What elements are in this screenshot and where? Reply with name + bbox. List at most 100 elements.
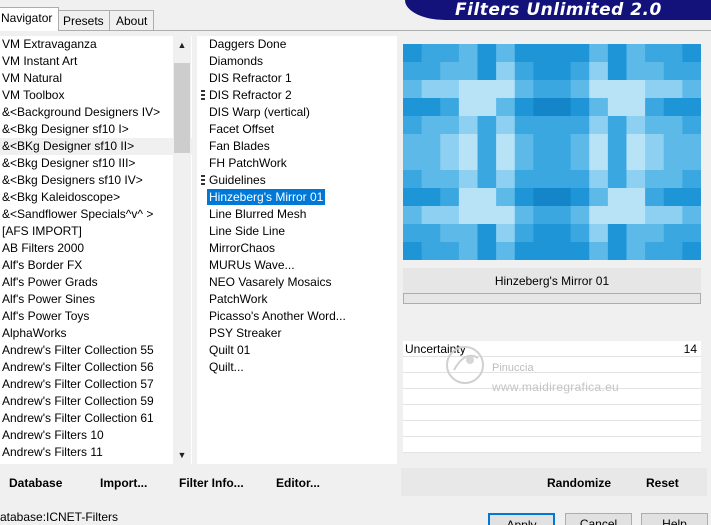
preview-tile <box>645 188 665 207</box>
category-item[interactable]: VM Toolbox <box>0 87 192 104</box>
scroll-thumb[interactable] <box>174 63 190 153</box>
filter-item[interactable]: DIS Warp (vertical) <box>197 104 397 121</box>
category-item[interactable]: Andrew's Filters 11 <box>0 444 192 461</box>
category-item[interactable]: AlphaWorks <box>0 325 192 342</box>
preview-tile <box>440 62 460 81</box>
preview-tile <box>663 242 683 260</box>
filter-item[interactable]: Quilt... <box>197 359 397 376</box>
preview-tile <box>589 170 609 189</box>
preview-tile <box>514 44 534 63</box>
filter-item[interactable]: Picasso's Another Word... <box>197 308 397 325</box>
preview-tile <box>533 44 553 63</box>
category-item[interactable]: Andrew's Filter Collection 59 <box>0 393 192 410</box>
scroll-up-icon[interactable]: ▲ <box>173 36 191 54</box>
preview-tile <box>682 152 701 171</box>
preview-tile <box>514 152 534 171</box>
database-button[interactable]: Database <box>9 476 62 490</box>
category-item[interactable]: Alf's Border FX <box>0 257 192 274</box>
preview-tile <box>607 116 628 135</box>
category-item[interactable]: Alf's Power Grads <box>0 274 192 291</box>
preview-tile <box>552 188 572 207</box>
category-item[interactable]: VM Extravaganza <box>0 36 192 53</box>
filter-list[interactable]: Daggers Done Diamonds DIS Refractor 1 DIS R… <box>197 36 397 464</box>
preview-tile <box>440 224 460 243</box>
preview-tile <box>421 188 441 207</box>
scroll-down-icon[interactable]: ▼ <box>173 446 191 464</box>
preview-tile <box>496 188 516 207</box>
category-scrollbar[interactable]: ▲ ▼ <box>173 36 191 464</box>
tab-navigator[interactable]: Navigator <box>0 7 60 31</box>
preview-tile <box>552 44 572 63</box>
filter-info-button[interactable]: Filter Info... <box>179 476 244 490</box>
filter-item[interactable]: MURUs Wave... <box>197 257 397 274</box>
preview-tile <box>533 134 553 153</box>
filter-item[interactable]: Hinzeberg's Mirror 01 <box>197 189 397 206</box>
category-item[interactable]: Andrew's Filter Collection 57 <box>0 376 192 393</box>
preview-tile <box>663 224 683 243</box>
filter-item[interactable]: Diamonds <box>197 53 397 70</box>
preview-tile <box>514 170 534 189</box>
preview-tile <box>477 98 497 117</box>
filter-item[interactable]: Fan Blades <box>197 138 397 155</box>
filter-item[interactable]: MirrorChaos <box>197 240 397 257</box>
preview-tile <box>645 62 665 81</box>
filter-item[interactable]: Quilt 01 <box>197 342 397 359</box>
help-button[interactable]: Help <box>641 513 708 525</box>
category-item[interactable]: &<Bkg Designer sf10 III> <box>0 155 192 172</box>
filter-item[interactable]: NEO Vasarely Mosaics <box>197 274 397 291</box>
editor-button[interactable]: Editor... <box>276 476 320 490</box>
category-list[interactable]: VM Extravaganza VM Instant Art VM Natural V… <box>0 36 192 464</box>
import-button[interactable]: Import... <box>100 476 147 490</box>
category-item[interactable]: Andrew's Filter Collection 55 <box>0 342 192 359</box>
preview-tile <box>607 80 628 99</box>
param-row-empty <box>403 437 701 453</box>
preview-tile <box>682 44 701 63</box>
category-item[interactable]: VM Instant Art <box>0 53 192 70</box>
category-item[interactable]: VM Natural <box>0 70 192 87</box>
cancel-button[interactable]: Cancel <box>565 513 632 525</box>
category-item[interactable]: Andrew's Filters 12 <box>0 461 192 464</box>
tab-about[interactable]: About <box>109 10 155 30</box>
filter-item[interactable]: PSY Streaker <box>197 325 397 342</box>
preview-tile <box>663 62 683 81</box>
preview-tile <box>533 116 553 135</box>
filter-item[interactable]: DIS Refractor 1 <box>197 70 397 87</box>
filter-item[interactable]: Line Side Line <box>197 223 397 240</box>
category-item[interactable]: AB Filters 2000 <box>0 240 192 257</box>
category-item[interactable]: Andrew's Filter Collection 61 <box>0 410 192 427</box>
preview-tile <box>458 134 479 153</box>
reset-button[interactable]: Reset <box>646 476 679 490</box>
preview-tile <box>440 152 460 171</box>
category-item[interactable]: Alf's Power Sines <box>0 291 192 308</box>
category-item[interactable]: Andrew's Filters 10 <box>0 427 192 444</box>
filter-item[interactable]: Guidelines <box>197 172 397 189</box>
category-item[interactable]: &<Bkg Kaleidoscope> <box>0 189 192 206</box>
preview-tile <box>570 242 590 260</box>
category-item[interactable]: Alf's Power Toys <box>0 308 192 325</box>
preview-tile <box>496 62 516 81</box>
category-item[interactable]: [AFS IMPORT] <box>0 223 192 240</box>
category-item[interactable]: &<Background Designers IV> <box>0 104 192 121</box>
category-item[interactable]: &<Bkg Designers sf10 IV> <box>0 172 192 189</box>
filter-item[interactable]: Line Blurred Mesh <box>197 206 397 223</box>
preview-tile <box>458 206 479 225</box>
preview-tile <box>458 116 479 135</box>
tab-presets[interactable]: Presets <box>56 10 111 30</box>
apply-button[interactable]: Apply <box>488 513 555 525</box>
preview-tile <box>403 62 423 81</box>
filter-item[interactable]: Facet Offset <box>197 121 397 138</box>
filter-item-label: NEO Vasarely Mosaics <box>209 275 332 289</box>
filter-item[interactable]: DIS Refractor 2 <box>197 87 397 104</box>
preview-tile <box>440 44 460 63</box>
preview-tile <box>533 98 553 117</box>
randomize-button[interactable]: Randomize <box>547 476 611 490</box>
filter-item[interactable]: Daggers Done <box>197 36 397 53</box>
preview-tile <box>663 188 683 207</box>
category-item[interactable]: Andrew's Filter Collection 56 <box>0 359 192 376</box>
category-item[interactable]: &<Bkg Designer sf10 I> <box>0 121 192 138</box>
filter-item[interactable]: FH PatchWork <box>197 155 397 172</box>
filter-item[interactable]: PatchWork <box>197 291 397 308</box>
category-item[interactable]: &<Sandflower Specials^v^ > <box>0 206 192 223</box>
preview-tile <box>496 80 516 99</box>
category-item[interactable]: &<BKg Designer sf10 II> <box>0 138 192 155</box>
